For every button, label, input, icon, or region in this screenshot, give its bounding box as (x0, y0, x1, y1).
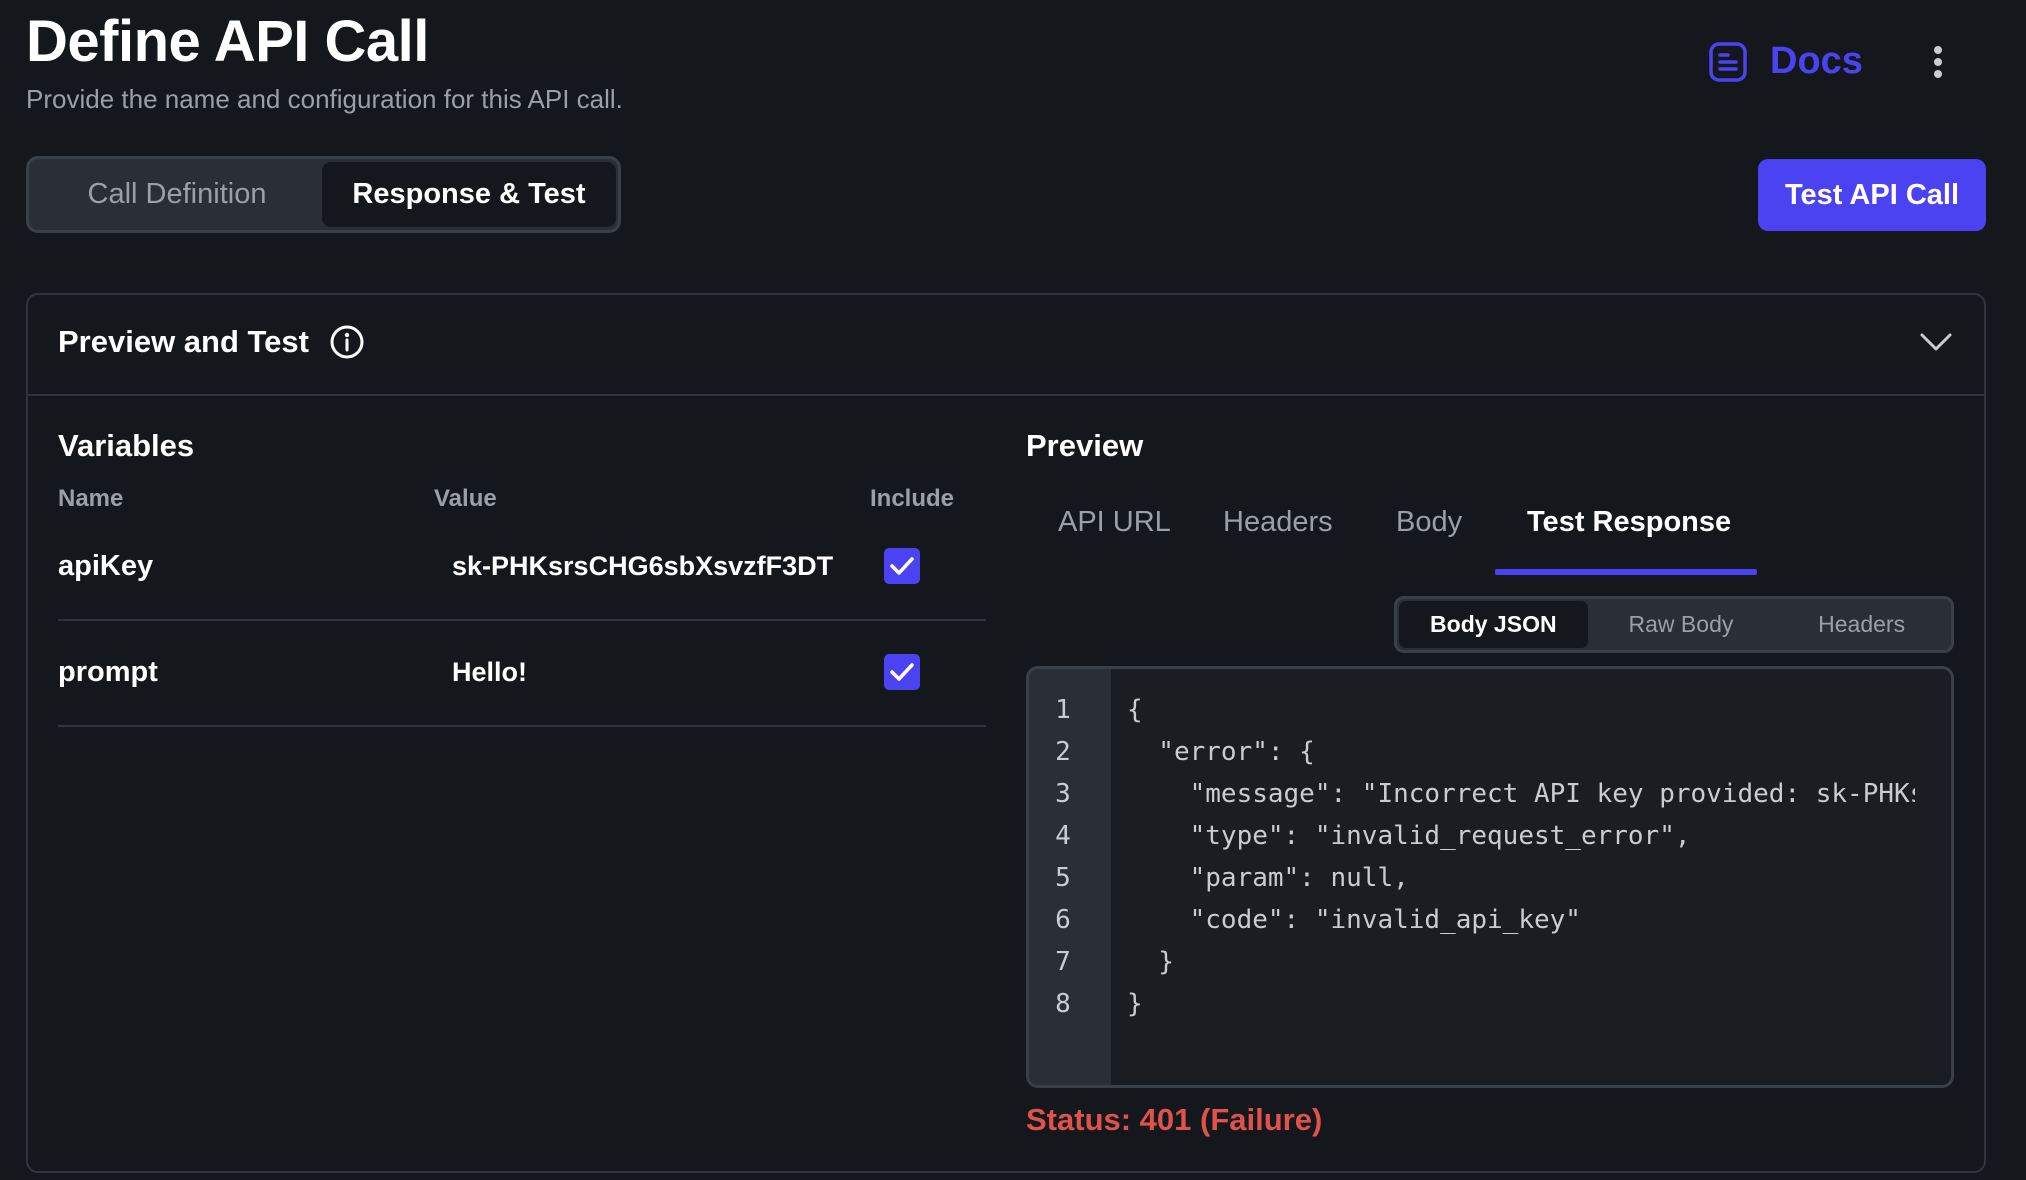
column-value: Value (434, 485, 497, 512)
docs-link[interactable]: Docs (1708, 40, 1863, 83)
include-checkbox[interactable] (884, 654, 920, 690)
variable-value[interactable]: sk-PHKsrsCHG6sbXsvzfF3DT (452, 551, 833, 582)
row-divider (58, 619, 986, 621)
code-line: } (1127, 947, 1174, 977)
docs-label: Docs (1770, 40, 1863, 82)
preview-title: Preview (1026, 428, 1144, 463)
chevron-down-icon[interactable] (1916, 326, 1956, 358)
panel-header: Preview and Test (58, 324, 365, 360)
more-vertical-icon[interactable] (1925, 40, 1951, 84)
code-line: } (1127, 989, 1143, 1019)
tab-call-definition[interactable]: Call Definition (32, 162, 322, 227)
status-text: Status: 401 (Failure) (1026, 1102, 1323, 1137)
document-icon (1709, 41, 1747, 82)
sub-tab-headers[interactable]: Headers (1774, 601, 1949, 648)
row-divider (58, 725, 986, 727)
test-api-call-button[interactable]: Test API Call (1758, 159, 1986, 231)
tab-response-test[interactable]: Response & Test (322, 162, 616, 227)
page-title: Define API Call (26, 9, 429, 74)
tab-body[interactable]: Body (1396, 506, 1462, 539)
mode-tabs: Call Definition Response & Test (26, 156, 621, 233)
sub-tab-body-json[interactable]: Body JSON (1399, 601, 1588, 648)
tab-test-response[interactable]: Test Response (1527, 506, 1731, 539)
code-line: "type": "invalid_request_error", (1127, 821, 1691, 851)
variable-value[interactable]: Hello! (452, 657, 527, 688)
panel-title: Preview and Test (58, 324, 309, 359)
variable-name: apiKey (58, 550, 154, 582)
info-icon[interactable] (329, 324, 365, 360)
page-subtitle: Provide the name and configuration for t… (26, 84, 623, 114)
code-content: { "error": { "message": "Incorrect API k… (1029, 669, 1915, 1085)
check-icon (890, 663, 914, 681)
variables-title: Variables (58, 428, 195, 463)
code-line: { (1127, 695, 1143, 725)
sub-tab-raw-body[interactable]: Raw Body (1588, 601, 1775, 648)
code-line: "code": "invalid_api_key" (1127, 905, 1581, 935)
response-sub-tabs: Body JSON Raw Body Headers (1394, 596, 1954, 653)
active-tab-indicator (1495, 569, 1757, 575)
column-include: Include (870, 485, 955, 512)
variable-name: prompt (58, 656, 158, 688)
code-line: "error": { (1127, 737, 1315, 767)
tab-api-url[interactable]: API URL (1058, 506, 1171, 539)
panel-divider (26, 394, 1986, 396)
response-code-editor[interactable]: 1 2 3 4 5 6 7 8 { "error": { "message": … (1026, 666, 1954, 1088)
check-icon (890, 557, 914, 575)
tab-headers[interactable]: Headers (1223, 506, 1333, 539)
column-name: Name (58, 485, 124, 512)
include-checkbox[interactable] (884, 548, 920, 584)
code-line: "message": "Incorrect API key provided: … (1189, 779, 1915, 809)
code-line: "param": null, (1127, 863, 1409, 893)
